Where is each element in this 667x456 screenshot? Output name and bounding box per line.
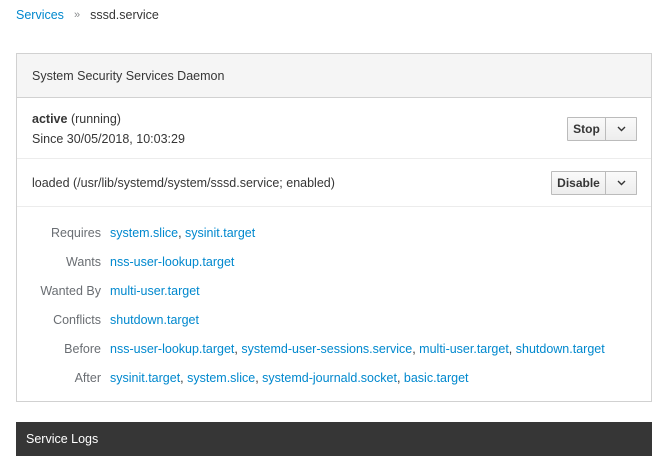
service-logs-header: Service Logs xyxy=(16,422,652,456)
status-state: active xyxy=(32,112,68,126)
dep-link[interactable]: multi-user.target xyxy=(110,284,200,298)
stop-button[interactable]: Stop xyxy=(567,117,606,141)
breadcrumb-separator: » xyxy=(73,9,81,21)
loaded-state: loaded (/usr/lib/systemd/system/sssd.ser… xyxy=(32,176,335,190)
disable-dropdown-toggle[interactable] xyxy=(606,171,637,195)
dep-link[interactable]: nss-user-lookup.target xyxy=(110,255,234,269)
disable-button-group: Disable xyxy=(551,171,637,195)
chevron-down-icon xyxy=(617,126,625,132)
dep-row-requires: Requires system.slice, sysinit.target xyxy=(17,223,651,243)
service-description: System Security Services Daemon xyxy=(32,68,225,83)
dep-label: Conflicts xyxy=(53,313,101,327)
breadcrumb-services-link[interactable]: Services xyxy=(16,8,64,22)
dep-link[interactable]: system.slice xyxy=(110,226,178,240)
stop-dropdown-toggle[interactable] xyxy=(606,117,637,141)
dep-row-before: Before nss-user-lookup.target, systemd-u… xyxy=(17,339,651,359)
dep-link[interactable]: systemd-user-sessions.service xyxy=(241,342,412,356)
chevron-down-icon xyxy=(617,180,625,186)
dep-link[interactable]: system.slice xyxy=(187,371,255,385)
dep-link[interactable]: shutdown.target xyxy=(516,342,605,356)
dep-label: Before xyxy=(64,342,101,356)
status-since: Since 30/05/2018, 10:03:29 xyxy=(32,132,185,146)
status-line: active (running) xyxy=(32,112,121,126)
dep-label: Wants xyxy=(66,255,101,269)
loaded-row: loaded (/usr/lib/systemd/system/sssd.ser… xyxy=(17,159,651,207)
dep-label: Wanted By xyxy=(40,284,101,298)
breadcrumb-current: sssd.service xyxy=(90,8,159,22)
disable-button[interactable]: Disable xyxy=(551,171,606,195)
panel-heading: System Security Services Daemon xyxy=(17,54,651,98)
stop-button-group: Stop xyxy=(567,117,637,141)
dep-link[interactable]: basic.target xyxy=(404,371,469,385)
breadcrumb: Services » sssd.service xyxy=(16,7,159,23)
status-row: active (running) Since 30/05/2018, 10:03… xyxy=(17,98,651,159)
service-panel: System Security Services Daemon active (… xyxy=(16,53,652,402)
dep-link[interactable]: sysinit.target xyxy=(185,226,255,240)
dep-label: After xyxy=(74,371,101,385)
service-logs-title: Service Logs xyxy=(26,432,99,446)
dep-row-conflicts: Conflicts shutdown.target xyxy=(17,310,651,330)
status-detail: (running) xyxy=(70,112,121,126)
dep-link[interactable]: sysinit.target xyxy=(110,371,180,385)
dep-link[interactable]: nss-user-lookup.target xyxy=(110,342,234,356)
dep-link[interactable]: systemd-journald.socket xyxy=(262,371,397,385)
dep-row-after: After sysinit.target, system.slice, syst… xyxy=(17,368,651,388)
dep-row-wants: Wants nss-user-lookup.target xyxy=(17,252,651,272)
dep-label: Requires xyxy=(50,226,101,240)
dep-link[interactable]: multi-user.target xyxy=(419,342,509,356)
dep-link[interactable]: shutdown.target xyxy=(110,313,199,327)
dep-row-wanted-by: Wanted By multi-user.target xyxy=(17,281,651,301)
